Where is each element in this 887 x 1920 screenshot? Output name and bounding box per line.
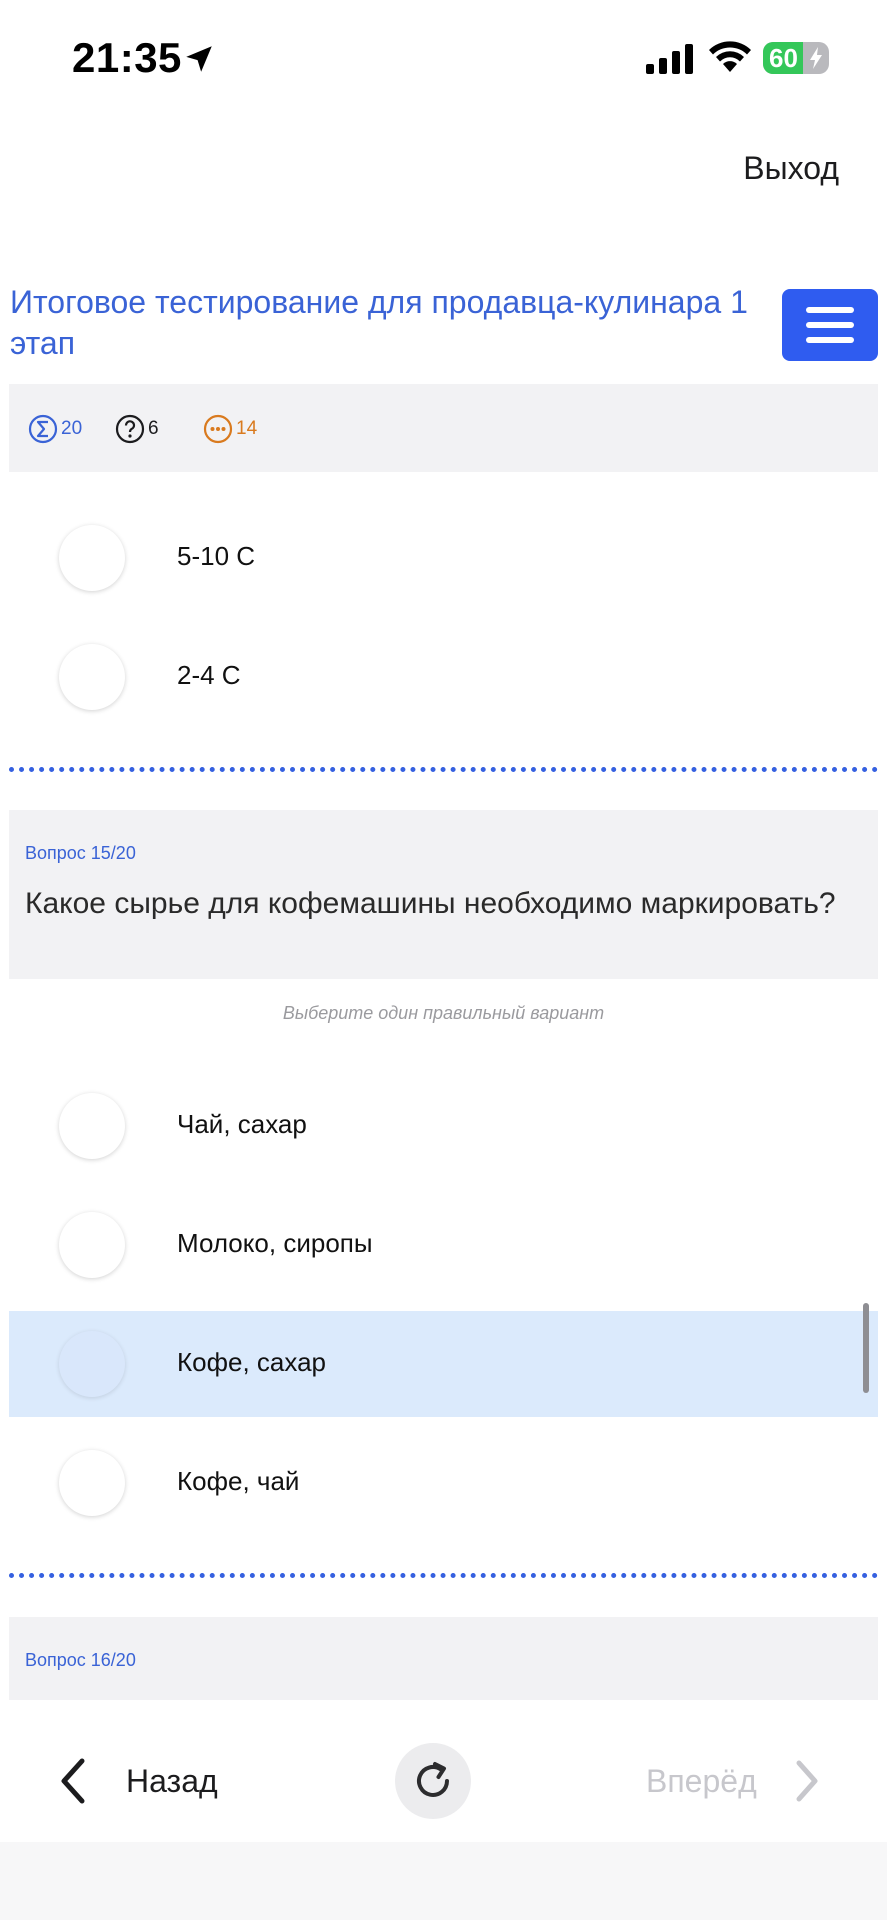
hamburger-menu-icon-line	[806, 337, 854, 343]
radio-button[interactable]	[59, 525, 125, 591]
back-button[interactable]: Назад	[56, 1756, 218, 1806]
status-time: 21:35	[72, 34, 182, 81]
answer-option-label: 5-10 С	[177, 541, 256, 571]
exit-link[interactable]: Выход	[743, 150, 839, 187]
question-card: Вопрос 15/20 Какое сырье для кофемашины …	[9, 810, 878, 979]
reload-icon	[417, 1762, 449, 1797]
question-text: Какое сырье для кофемашины необходимо ма…	[25, 887, 836, 920]
test-title: Итоговое тестирование для продавца-кулин…	[10, 284, 748, 361]
answer-option-label: Чай, сахар	[177, 1109, 307, 1139]
stat-remaining: 6	[115, 414, 159, 444]
answer-option[interactable]: 2-4 С	[9, 624, 878, 730]
answer-option-label: 2-4 С	[177, 660, 241, 690]
radio-button[interactable]	[59, 1093, 125, 1159]
question-circle-icon	[115, 414, 145, 444]
question-card: Вопрос 16/20	[9, 1617, 878, 1700]
answer-option-selected[interactable]: Кофе, сахар	[9, 1311, 878, 1417]
charging-bolt-icon	[810, 47, 822, 69]
question-number: Вопрос 15/20	[25, 843, 136, 863]
stat-in-progress: 14	[203, 414, 257, 444]
radio-button[interactable]	[59, 644, 125, 710]
bottom-navigation: Назад Вперёд	[0, 1700, 887, 1842]
bottom-safe-area	[0, 1842, 887, 1920]
reload-button[interactable]	[395, 1743, 471, 1819]
status-bar: 21:35 60	[0, 0, 887, 120]
answer-option-label: Молоко, сиропы	[177, 1228, 373, 1258]
answer-option[interactable]: 5-10 С	[9, 505, 878, 611]
answer-option[interactable]: Чай, сахар	[9, 1073, 878, 1179]
cellular-signal-icon	[646, 44, 693, 74]
chevron-right-icon	[796, 1760, 818, 1802]
stat-total: 20	[28, 414, 82, 444]
answer-option-label: Кофе, сахар	[177, 1347, 326, 1377]
stat-remaining-value: 6	[148, 418, 159, 439]
answer-hint: Выберите один правильный вариант	[282, 1003, 605, 1023]
location-arrow-icon	[186, 46, 212, 72]
hamburger-menu-icon-line	[806, 322, 854, 328]
radio-button-selected[interactable]	[59, 1331, 125, 1397]
forward-button[interactable]: Вперёд	[646, 1756, 821, 1806]
battery-indicator: 60	[763, 42, 829, 74]
battery-percent: 60	[769, 43, 798, 73]
radio-button[interactable]	[59, 1212, 125, 1278]
answer-option-label: Кофе, чай	[177, 1466, 300, 1496]
menu-button[interactable]	[782, 289, 878, 361]
sigma-icon	[28, 414, 58, 444]
question-number: Вопрос 16/20	[25, 1650, 136, 1670]
chevron-left-icon	[61, 1758, 85, 1804]
answer-option[interactable]: Кофе, чай	[9, 1430, 878, 1536]
hamburger-menu-icon	[806, 307, 854, 313]
stats-bar: 20 6 14	[9, 384, 878, 472]
back-button-label: Назад	[126, 1762, 218, 1799]
wifi-icon	[709, 41, 751, 72]
forward-button-label: Вперёд	[646, 1762, 757, 1799]
ellipsis-circle-icon	[203, 414, 233, 444]
answer-option[interactable]: Молоко, сиропы	[9, 1192, 878, 1298]
question-divider	[9, 1573, 878, 1578]
stat-in-progress-value: 14	[236, 418, 258, 439]
question-divider	[9, 767, 878, 772]
scrollbar[interactable]	[863, 1303, 869, 1393]
stat-total-value: 20	[61, 418, 83, 439]
radio-button[interactable]	[59, 1450, 125, 1516]
